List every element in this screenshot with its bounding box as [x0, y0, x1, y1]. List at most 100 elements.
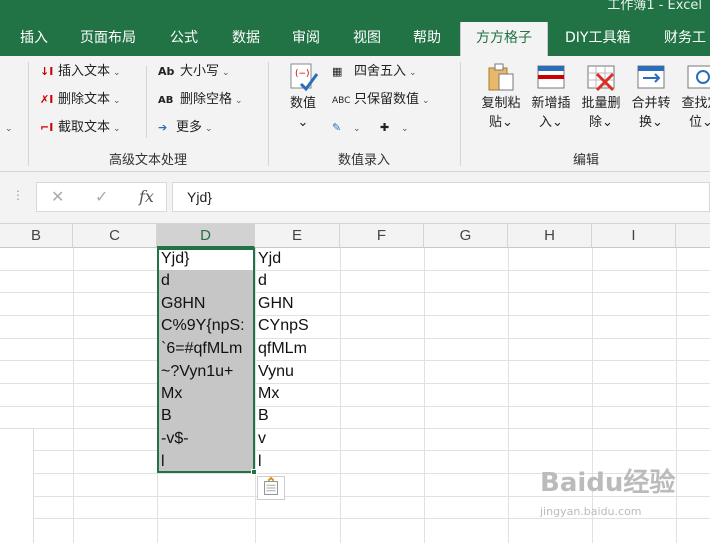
- enter-icon[interactable]: ✓: [95, 187, 108, 206]
- keep-value-button[interactable]: ABC 只保留数值 ⌄: [332, 90, 430, 110]
- tab-page-layout[interactable]: 页面布局: [80, 22, 136, 56]
- tab-fangfanggezi[interactable]: 方方格子: [460, 22, 548, 56]
- tab-review[interactable]: 审阅: [292, 22, 320, 56]
- column-header-g[interactable]: G: [424, 224, 508, 248]
- tab-data[interactable]: 数据: [232, 22, 260, 56]
- grid-line: [0, 383, 710, 384]
- round-icon: ▦: [332, 65, 343, 78]
- column-header-e[interactable]: E: [255, 224, 340, 248]
- column-header-h[interactable]: H: [508, 224, 592, 248]
- window-title: 工作簿1 - Excel: [607, 0, 702, 13]
- insert-text-icon: ↓I: [40, 65, 54, 78]
- tab-finance[interactable]: 财务工: [664, 22, 706, 56]
- cell-d5[interactable]: `6=#qfMLm: [158, 338, 242, 361]
- pencil-icon: ✎: [332, 121, 342, 134]
- column-header-j[interactable]: [676, 224, 710, 248]
- cancel-icon[interactable]: ✕: [51, 187, 64, 206]
- cell-d2[interactable]: d: [158, 270, 170, 293]
- insert-new-button[interactable]: 新增插 入⌄: [526, 62, 576, 132]
- edit-cell-button[interactable]: ✎ ⌄: [332, 118, 361, 138]
- fx-icon[interactable]: fx: [139, 187, 154, 206]
- grid-line: [0, 315, 710, 316]
- grid-line: [0, 292, 710, 293]
- column-header-i[interactable]: I: [592, 224, 676, 248]
- grid-line: [0, 360, 710, 361]
- side-panel: [0, 428, 34, 543]
- formula-input[interactable]: Yjd}: [172, 182, 710, 212]
- grid-line: [0, 338, 710, 339]
- baidu-watermark: Baidu经验 jingyan.baidu.com: [540, 462, 710, 524]
- tab-help[interactable]: 帮助: [413, 22, 441, 56]
- cell-d10[interactable]: l: [158, 451, 165, 474]
- cell-e7[interactable]: Mx: [255, 383, 279, 406]
- insert-text-button[interactable]: ↓I 插入文本 ⌄: [40, 62, 121, 82]
- svg-text:(−): (−): [295, 69, 310, 79]
- watermark-main: Baidu经验: [540, 468, 676, 498]
- insert-rows-icon: [537, 65, 565, 89]
- cell-d6[interactable]: ~?Vyn1u+: [158, 361, 233, 384]
- fill-handle[interactable]: [251, 469, 257, 475]
- merge-icon: [637, 65, 665, 89]
- round-button[interactable]: ▦ 四舍五入 ⌄: [332, 62, 417, 82]
- remove-spaces-button[interactable]: AB 删除空格 ⌄: [158, 90, 243, 110]
- cell-e6[interactable]: Vynu: [255, 361, 294, 384]
- drag-handle-icon[interactable]: ⋮: [12, 188, 24, 202]
- tab-formulas[interactable]: 公式: [170, 22, 198, 56]
- cell-d3[interactable]: G8HN: [158, 293, 205, 316]
- case-icon: Ab: [158, 65, 175, 78]
- formula-buttons: ✕ ✓ fx: [36, 182, 167, 212]
- copy-paste-button[interactable]: 复制粘 贴⌄: [476, 62, 526, 132]
- grid-line: [0, 406, 710, 407]
- tab-view[interactable]: 视图: [353, 22, 381, 56]
- group-label-edit: 编辑: [572, 153, 599, 168]
- tab-insert[interactable]: 插入: [20, 22, 48, 56]
- case-button[interactable]: Ab 大小写 ⌄: [158, 62, 230, 82]
- cell-e2[interactable]: d: [255, 270, 267, 293]
- cell-e4[interactable]: CYnpS: [255, 315, 309, 338]
- batch-delete-button[interactable]: 批量删 除⌄: [576, 62, 626, 132]
- quick-analysis-button[interactable]: [257, 476, 285, 500]
- find-locate-button[interactable]: 查找定位⌄: [676, 62, 710, 132]
- cell-e1[interactable]: Yjd: [255, 248, 281, 271]
- cell-e9[interactable]: v: [255, 428, 266, 451]
- column-header-f[interactable]: F: [340, 224, 424, 248]
- column-header-d[interactable]: D: [157, 224, 255, 248]
- keep-value-icon: ABC: [332, 96, 351, 106]
- group-label-text: 高级文本处理: [108, 153, 187, 168]
- cell-e5[interactable]: qfMLm: [255, 338, 307, 361]
- delete-text-icon: ✗I: [40, 93, 54, 106]
- cell-d8[interactable]: B: [158, 405, 172, 428]
- grid-line: [0, 270, 710, 271]
- cell-e8[interactable]: B: [255, 405, 269, 428]
- column-header-b[interactable]: B: [0, 224, 73, 248]
- ribbon-tabs: 插入 页面布局 公式 数据 审阅 视图 帮助 方方格子 DIY工具箱 财务工: [0, 22, 710, 56]
- group-label-entry: 数值录入: [337, 153, 390, 168]
- cell-e3[interactable]: GHN: [255, 293, 294, 316]
- extract-text-icon: ⌐I: [40, 121, 54, 134]
- cell-d7[interactable]: Mx: [158, 383, 182, 406]
- column-header-c[interactable]: C: [73, 224, 157, 248]
- cell-d4[interactable]: C%9Y{npS:: [158, 315, 245, 338]
- delete-grid-icon: [587, 65, 615, 92]
- more-button[interactable]: ➔ 更多 ⌄: [158, 118, 213, 138]
- quick-analysis-icon: [264, 476, 278, 495]
- extract-text-button[interactable]: ⌐I 截取文本 ⌄: [40, 118, 121, 138]
- group-separator: [268, 62, 269, 166]
- delete-text-button[interactable]: ✗I 删除文本 ⌄: [40, 90, 121, 110]
- cell-d9[interactable]: -v$-: [158, 428, 189, 451]
- remove-spaces-icon: AB: [158, 95, 174, 106]
- add-button[interactable]: ✚ ⌄: [380, 118, 409, 138]
- arrow-right-icon: ➔: [158, 121, 168, 134]
- collapsed-chevron-icon[interactable]: ⌄: [2, 118, 13, 138]
- inner-separator: [146, 66, 147, 138]
- value-button[interactable]: (−) 数值 ⌄: [280, 62, 326, 132]
- grid-line: [0, 428, 710, 429]
- title-bar: 工作簿1 - Excel: [0, 0, 710, 22]
- cell-d1[interactable]: Yjd}: [158, 248, 189, 271]
- tab-diy-toolbox[interactable]: DIY工具箱: [565, 22, 630, 56]
- value-icon: (−): [290, 63, 319, 92]
- formula-bar: ⋮ ✕ ✓ fx Yjd}: [0, 172, 710, 224]
- ribbon: ⌄ ↓I 插入文本 ⌄ ✗I 删除文本 ⌄ ⌐I 截取文本 ⌄ Ab 大小写 ⌄ AB 删除空格 ⌄…: [0, 56, 710, 172]
- group-separator: [460, 62, 461, 166]
- merge-convert-button[interactable]: 合并转 换⌄: [626, 62, 676, 132]
